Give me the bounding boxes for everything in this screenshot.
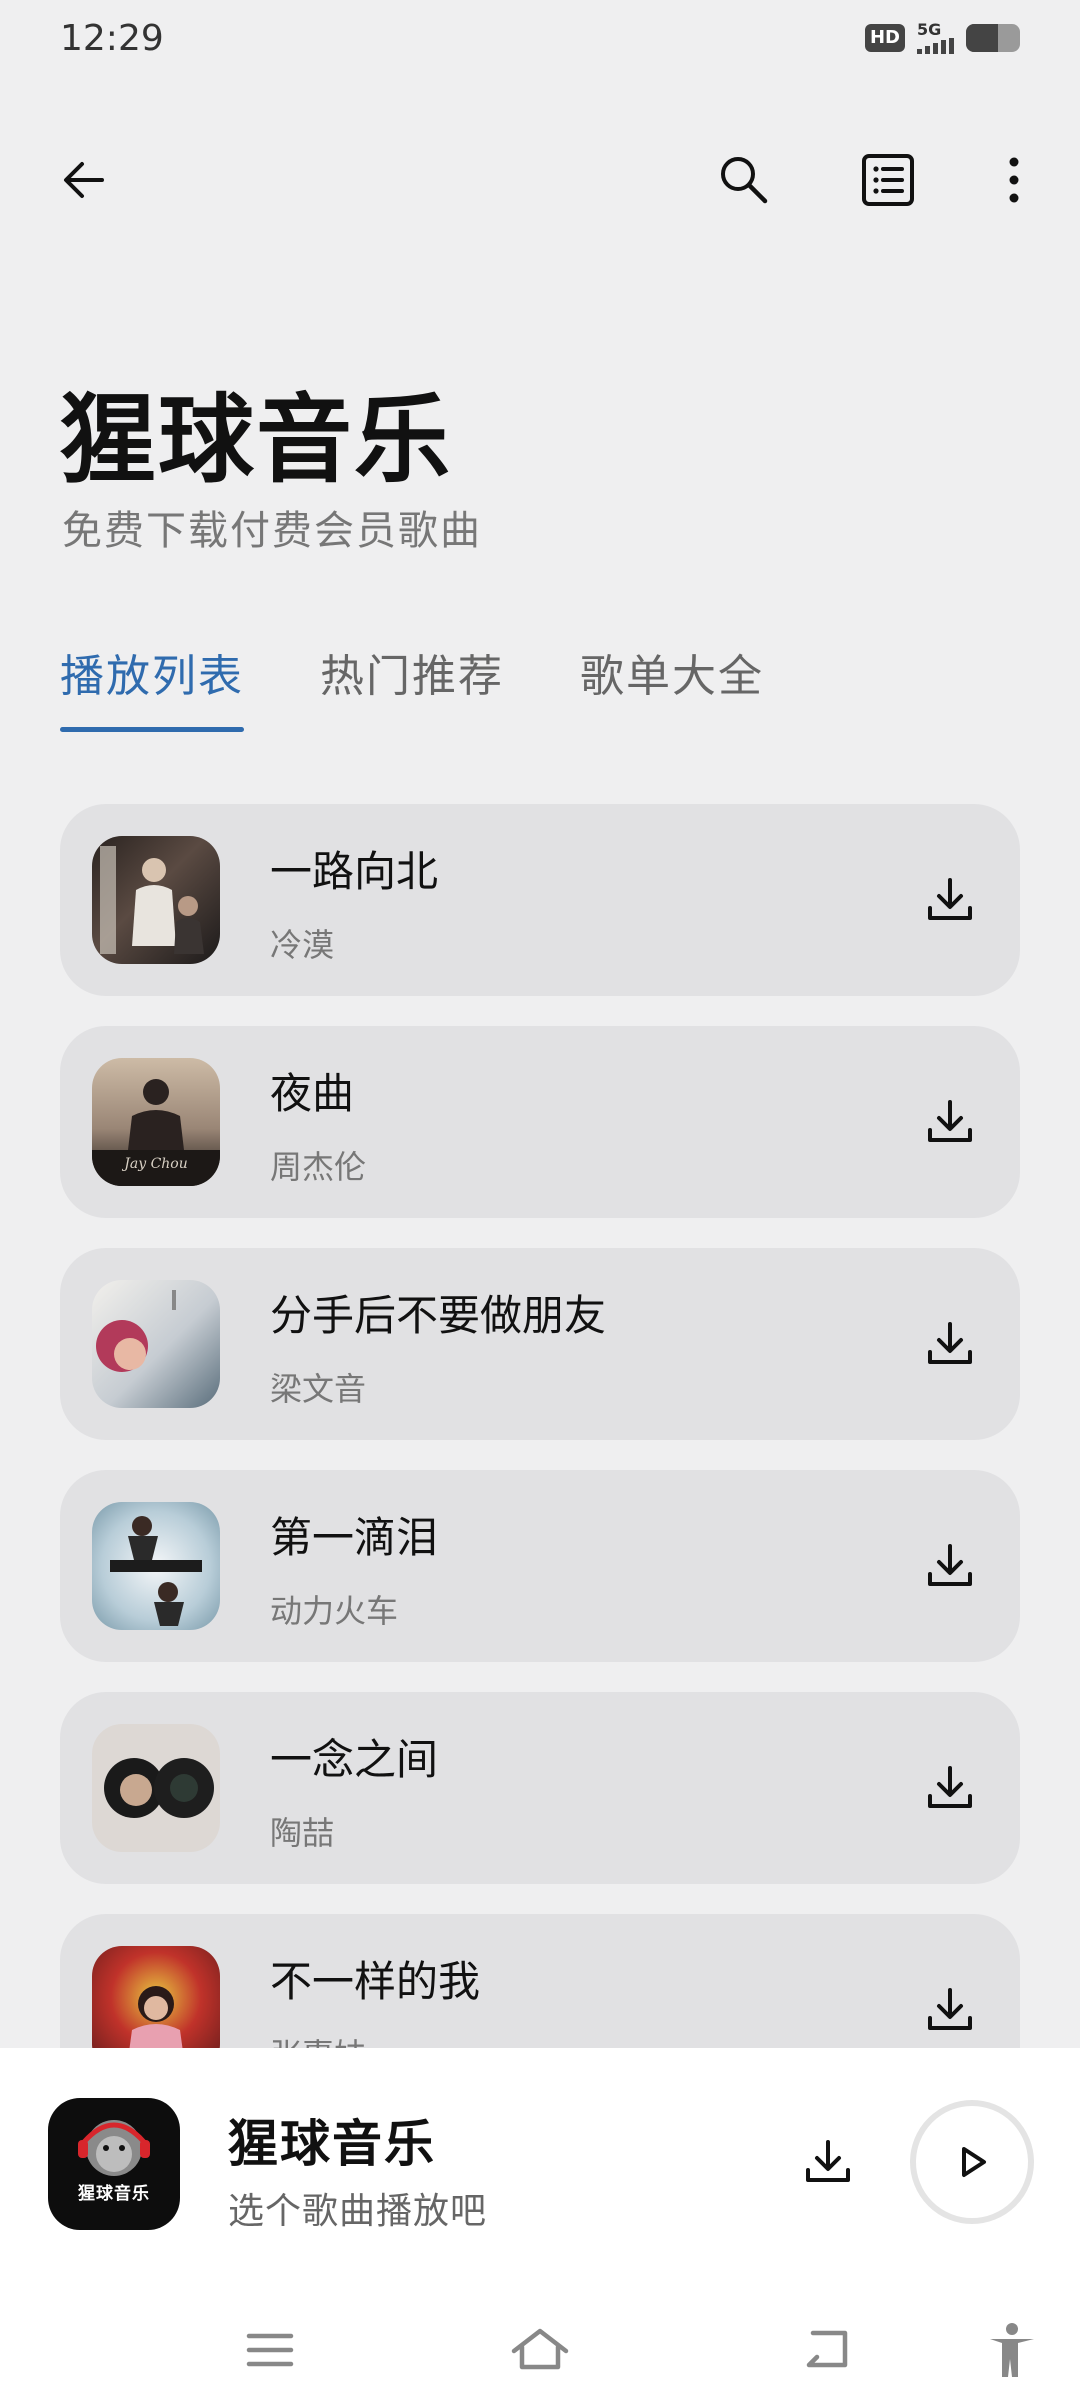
download-icon — [928, 878, 972, 920]
page-title: 猩球音乐 — [60, 384, 452, 496]
top-app-bar — [0, 130, 1080, 230]
tab-song-collections[interactable]: 歌单大全 — [580, 640, 764, 740]
status-icons: HD 5G — [864, 22, 1020, 54]
album-cover — [92, 1280, 220, 1408]
song-title: 一路向北 — [270, 847, 439, 896]
download-icon — [928, 1544, 972, 1586]
tab-hot-recommend[interactable]: 热门推荐 — [320, 640, 504, 740]
album-cover — [92, 836, 220, 964]
menu-nav-button[interactable] — [230, 2310, 310, 2390]
arrow-left-icon — [64, 162, 104, 198]
download-icon — [928, 1988, 972, 2030]
back-nav-button[interactable] — [786, 2310, 866, 2390]
download-button[interactable] — [910, 1082, 990, 1162]
download-icon — [806, 2140, 850, 2182]
song-item[interactable]: 一路向北 冷漠 — [60, 804, 1020, 996]
song-artist: 梁文音 — [270, 1370, 367, 1408]
download-icon — [928, 1100, 972, 1142]
home-icon — [511, 2328, 569, 2370]
gorilla-icon — [78, 2120, 150, 2176]
album-cover — [92, 1946, 220, 2048]
logo-text: 猩球音乐 — [78, 2184, 150, 2204]
tab-label: 歌单大全 — [580, 651, 764, 702]
status-bar: 12:29 HD 5G — [0, 0, 1080, 80]
download-button[interactable] — [910, 1526, 990, 1606]
song-title: 一念之间 — [270, 1735, 439, 1784]
page-subtitle: 免费下载付费会员歌曲 — [62, 508, 482, 554]
song-item[interactable]: 第一滴泪 动力火车 — [60, 1470, 1020, 1662]
download-button[interactable] — [910, 1970, 990, 2048]
signal-icon: 5G — [917, 22, 954, 54]
app-logo: 猩球音乐 — [48, 2098, 180, 2230]
album-cover: Jay Chou — [92, 1058, 220, 1186]
accessibility-nav-button[interactable] — [972, 2310, 1052, 2390]
back-button[interactable] — [44, 140, 124, 220]
accessibility-icon — [990, 2323, 1034, 2377]
menu-icon — [246, 2333, 294, 2367]
play-button[interactable] — [910, 2100, 1034, 2224]
back-icon — [806, 2330, 848, 2368]
tab-indicator — [60, 727, 244, 732]
download-icon — [928, 1766, 972, 1808]
song-item[interactable]: 分手后不要做朋友 梁文音 — [60, 1248, 1020, 1440]
player-subtitle: 选个歌曲播放吧 — [228, 2191, 488, 2232]
song-artist: 周杰伦 — [270, 1148, 367, 1186]
more-options-button[interactable] — [974, 140, 1054, 220]
battery-icon — [966, 24, 1020, 52]
svg-text:Jay Chou: Jay Chou — [121, 1156, 188, 1172]
search-button[interactable] — [704, 140, 784, 220]
playlist-button[interactable] — [848, 140, 928, 220]
download-button[interactable] — [910, 1304, 990, 1384]
search-icon — [721, 157, 768, 204]
more-vertical-icon — [1009, 157, 1019, 203]
tab-playlist[interactable]: 播放列表 — [60, 640, 244, 740]
download-button[interactable] — [910, 1748, 990, 1828]
tab-label: 热门推荐 — [320, 651, 504, 702]
status-time: 12:29 — [60, 18, 164, 59]
play-icon — [962, 2147, 986, 2177]
download-button[interactable] — [910, 860, 990, 940]
list-icon — [862, 154, 914, 206]
song-title: 不一样的我 — [270, 1957, 481, 2006]
download-icon — [928, 1322, 972, 1364]
player-title: 猩球音乐 — [228, 2115, 436, 2173]
tab-bar: 播放列表 热门推荐 歌单大全 — [60, 640, 764, 750]
song-artist: 动力火车 — [270, 1592, 399, 1630]
song-list[interactable]: 一路向北 冷漠 Jay Chou 夜曲 周杰伦 分手后不要做朋友 梁文音 第一滴… — [60, 804, 1020, 2048]
system-nav-bar — [0, 2288, 1080, 2408]
album-cover — [92, 1502, 220, 1630]
album-cover — [92, 1724, 220, 1852]
song-title: 分手后不要做朋友 — [270, 1291, 607, 1340]
song-title: 第一滴泪 — [270, 1513, 439, 1562]
home-nav-button[interactable] — [500, 2310, 580, 2390]
song-artist: 陶喆 — [270, 1814, 335, 1852]
hd-icon: HD — [864, 24, 905, 52]
song-item[interactable]: Jay Chou 夜曲 周杰伦 — [60, 1026, 1020, 1218]
player-download-button[interactable] — [788, 2122, 868, 2202]
tab-label: 播放列表 — [60, 651, 244, 702]
song-item[interactable]: 不一样的我 张惠妹 — [60, 1914, 1020, 2048]
song-item[interactable]: 一念之间 陶喆 — [60, 1692, 1020, 1884]
song-artist: 张惠妹 — [270, 2030, 366, 2048]
song-title: 夜曲 — [270, 1069, 355, 1118]
network-label: 5G — [917, 20, 942, 39]
song-artist: 冷漠 — [270, 926, 335, 964]
